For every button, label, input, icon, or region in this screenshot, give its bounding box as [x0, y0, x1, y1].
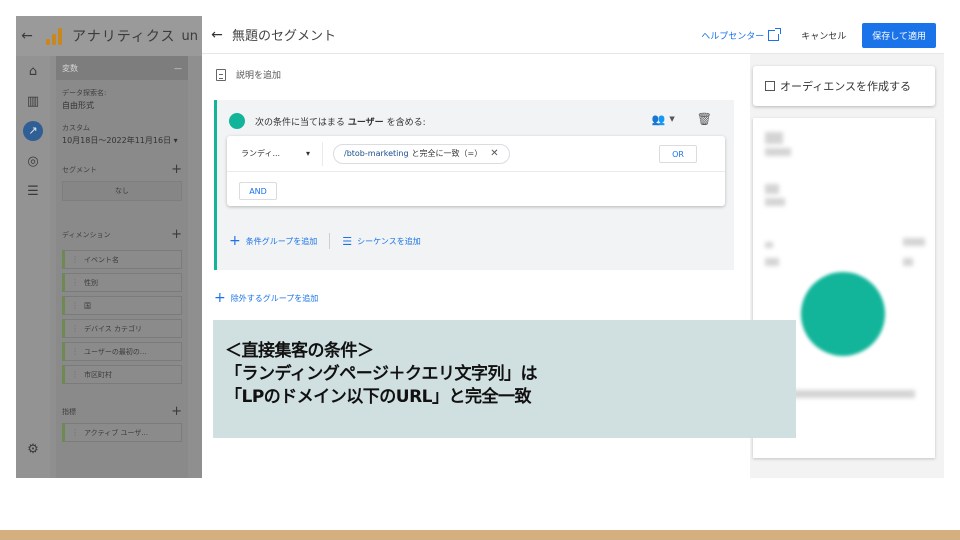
blurred-content [903, 238, 925, 246]
close-icon[interactable]: ✕ [490, 148, 498, 159]
drag-handle-icon[interactable]: ⋮ [71, 255, 79, 264]
drag-handle-icon[interactable]: ⋮ [71, 428, 79, 437]
add-sequence-button[interactable]: ☰ シーケンスを追加 [342, 235, 420, 248]
group-color-dot [229, 113, 245, 129]
variables-panel: 変数 — データ探索名: 自由形式 カスタム 10月18日～2022年11月16… [56, 56, 188, 478]
dimension-chip[interactable]: ⋮ デバイス カテゴリ [62, 319, 182, 338]
configure-icon[interactable]: ☰ [16, 176, 50, 206]
blurred-content [765, 184, 779, 194]
blurred-content [765, 198, 785, 206]
app-title-extra: un [181, 28, 198, 44]
home-icon[interactable]: ⌂ [16, 56, 50, 86]
segment-title[interactable]: 無題のセグメント [232, 25, 336, 44]
add-segment-icon[interactable]: + [171, 162, 182, 177]
add-dimension-icon[interactable]: + [171, 227, 182, 242]
add-description[interactable]: 説明を追加 [216, 68, 281, 81]
analytics-logo [46, 27, 62, 45]
open-external-icon[interactable] [768, 28, 782, 41]
chevron-down-icon[interactable]: ▼ [669, 115, 674, 123]
condition-group-header: 次の条件に当てはまる ユーザー を含める: 👥 ▼ 🗑 [229, 110, 722, 132]
delete-icon[interactable]: 🗑 [697, 112, 712, 126]
reports-icon[interactable]: ▥ [16, 86, 50, 116]
advertising-icon[interactable]: ◎ [16, 146, 50, 176]
add-exclude-group-button[interactable]: + 除外するグループを追加 [214, 290, 318, 306]
users-scope-icon[interactable]: 👥 [652, 113, 666, 126]
header-actions: ヘルプセンター キャンセル 保存して適用 [701, 23, 936, 48]
dropdown-caret-icon: ▾ [305, 149, 310, 158]
divider [329, 233, 331, 249]
group-footer: + 条件グループを追加 ☰ シーケンスを追加 [217, 224, 734, 258]
date-range-value[interactable]: 10月18日～2022年11月16日 ▾ [56, 135, 188, 146]
group-actions: 👥 ▼ 🗑 [652, 112, 712, 126]
plus-icon: + [214, 290, 226, 306]
or-button[interactable]: OR [659, 145, 697, 163]
drag-handle-icon[interactable]: ⋮ [71, 301, 79, 310]
drag-handle-icon[interactable]: ⋮ [71, 370, 79, 379]
collapse-icon[interactable]: — [174, 64, 182, 73]
segment-none-box: なし [62, 181, 182, 201]
back-arrow-icon[interactable]: ← [202, 27, 232, 43]
dimension-chip[interactable]: ⋮ 性別 [62, 273, 182, 292]
dimensions-row: ディメンション + [56, 227, 188, 242]
explore-icon[interactable]: ↗ [16, 116, 50, 146]
help-center-link[interactable]: ヘルプセンター [701, 29, 764, 42]
condition-text: 次の条件に当てはまる ユーザー を含める: [255, 117, 426, 128]
filter-operator: と完全に一致（=） [411, 149, 483, 158]
exploration-name-label: データ探索名: [62, 89, 107, 97]
annotation-box: ＜直接集客の条件＞ 「ランディングページ＋クエリ文字列」は 「LPのドメイン以下… [213, 320, 796, 438]
dimension-chip[interactable]: ⋮ 国 [62, 296, 182, 315]
segments-row: セグメント + [56, 162, 188, 177]
date-range-label: カスタム [62, 124, 90, 132]
dimension-chip[interactable]: ⋮ イベント名 [62, 250, 182, 269]
sequence-icon: ☰ [342, 234, 353, 248]
plus-icon: + [229, 233, 241, 249]
app-title: アナリティクス [72, 29, 176, 45]
gear-icon[interactable]: ⚙ [16, 434, 50, 464]
condition-row: ランディ... ▾ /btob-marketing と完全に一致（=） ✕ OR [227, 136, 725, 172]
document-icon [216, 68, 226, 81]
annotation-line: 「LPのドメイン以下のURL」と完全一致 [225, 387, 532, 407]
blurred-content [765, 242, 773, 248]
metrics-label: 指標 [62, 407, 76, 416]
segment-header: ← 無題のセグメント ヘルプセンター キャンセル 保存して適用 [202, 16, 944, 54]
drag-handle-icon[interactable]: ⋮ [71, 324, 79, 333]
drag-handle-icon[interactable]: ⋮ [71, 278, 79, 287]
variables-title: 変数 [62, 63, 78, 73]
exploration-name-value[interactable]: 自由形式 [56, 100, 188, 111]
metrics-row: 指標 + [56, 404, 188, 419]
annotation-heading: ＜直接集客の条件＞ [225, 341, 374, 361]
metric-chip[interactable]: ⋮ アクティブ ユーザ... [62, 423, 182, 442]
segments-label: セグメント [62, 165, 97, 174]
filter-pill[interactable]: /btob-marketing と完全に一致（=） ✕ [333, 143, 510, 164]
condition-scope[interactable]: ユーザー [348, 118, 384, 128]
blurred-content [765, 148, 791, 156]
dimension-select[interactable]: ランディ... ▾ [227, 141, 323, 166]
filter-value: /btob-marketing [344, 149, 409, 158]
dimension-chip[interactable]: ⋮ ユーザーの最初の... [62, 342, 182, 361]
blurred-content [903, 258, 913, 266]
condition-card: ランディ... ▾ /btob-marketing と完全に一致（=） ✕ OR… [227, 136, 725, 206]
create-audience-checkbox[interactable]: オーディエンスを作成する [753, 66, 935, 106]
dimension-chip[interactable]: ⋮ 市区町村 [62, 365, 182, 384]
slide-footer-band [0, 530, 960, 540]
checkbox-icon[interactable] [765, 81, 775, 91]
drag-handle-icon[interactable]: ⋮ [71, 347, 79, 356]
nav-rail: ⌂ ▥ ↗ ◎ ☰ ⚙ [16, 56, 50, 478]
condition-group: 次の条件に当てはまる ユーザー を含める: 👥 ▼ 🗑 ランディ... ▾ /b… [214, 100, 734, 270]
app-top-bar: ← アナリティクス un [16, 16, 202, 56]
save-apply-button[interactable]: 保存して適用 [862, 23, 936, 48]
annotation-line: 「ランディングページ＋クエリ文字列」は [225, 364, 537, 384]
blurred-content [765, 132, 783, 144]
back-arrow-icon[interactable]: ← [16, 28, 38, 44]
add-condition-group-button[interactable]: + 条件グループを追加 [229, 233, 317, 249]
blurred-content [765, 258, 779, 266]
create-audience-label: オーディエンスを作成する [780, 80, 912, 93]
donut-chart [801, 272, 885, 356]
cancel-button[interactable]: キャンセル [801, 29, 846, 42]
add-description-label: 説明を追加 [236, 71, 282, 81]
variables-header: 変数 — [56, 56, 188, 80]
add-metric-icon[interactable]: + [171, 404, 182, 419]
and-button[interactable]: AND [239, 182, 277, 200]
dimensions-label: ディメンション [62, 230, 111, 239]
